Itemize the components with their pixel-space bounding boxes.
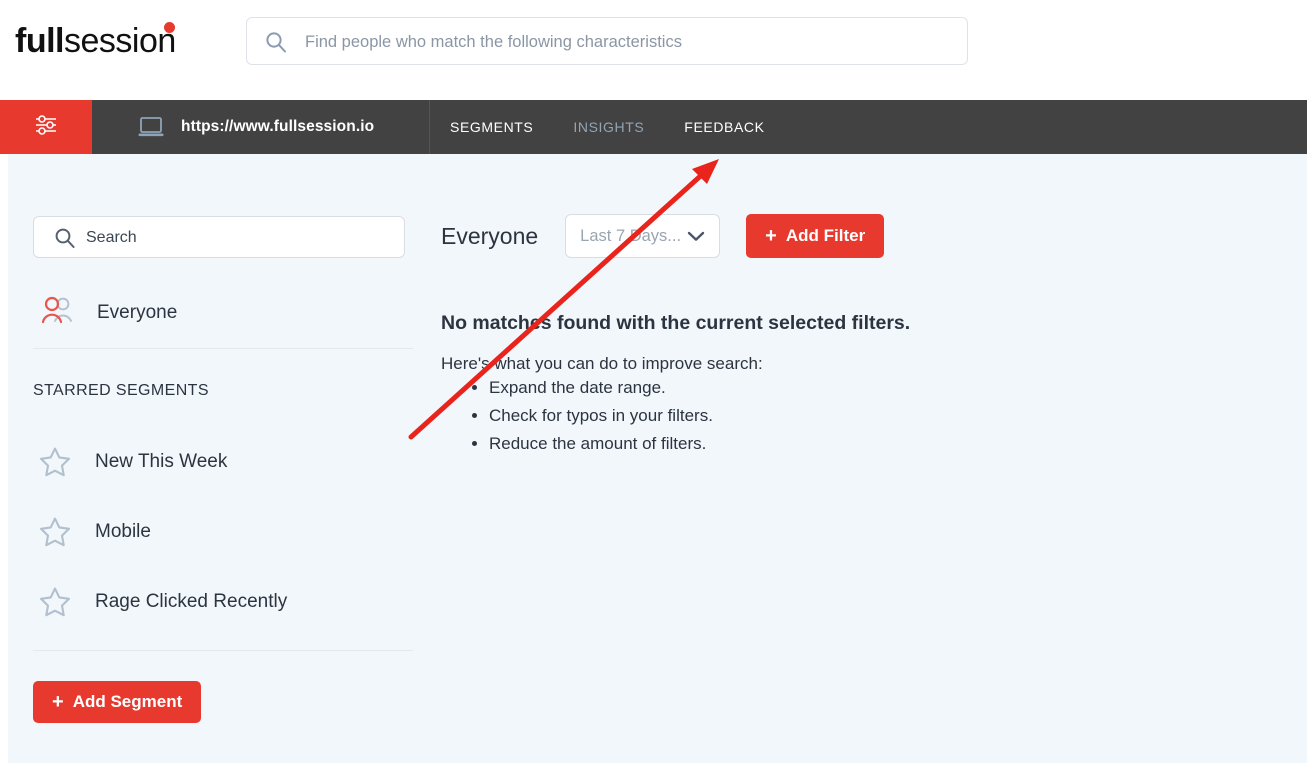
people-icon [40, 294, 86, 333]
sidebar-item-everyone[interactable]: Everyone [33, 290, 405, 336]
starred-segments-heading: STARRED SEGMENTS [33, 382, 209, 399]
list-item: Check for typos in your filters. [489, 406, 713, 426]
plus-icon: + [52, 691, 64, 713]
logo-red-dot-icon [164, 22, 175, 33]
sidebar-item-rage-clicked-recently[interactable]: Rage Clicked Recently [33, 577, 405, 627]
plus-icon: + [765, 225, 777, 247]
app-header: fullsession Find people who match the fo… [0, 0, 1307, 100]
sidebar: Search Everyone STARRED SEGMENTS New Thi… [8, 154, 430, 763]
main-content: Everyone Last 7 Days... + Add Filter No … [430, 154, 1307, 763]
star-outline-icon [38, 445, 84, 479]
sidebar-item-mobile[interactable]: Mobile [33, 507, 405, 557]
date-range-select[interactable]: Last 7 Days... [565, 214, 721, 258]
global-search-box[interactable]: Find people who match the following char… [246, 17, 968, 65]
date-range-value: Last 7 Days... [580, 226, 682, 245]
nav-link-feedback[interactable]: FEEDBACK [664, 119, 784, 135]
list-item: Expand the date range. [489, 378, 713, 398]
main-navbar: https://www.fullsession.io SEGMENTS INSI… [0, 100, 1307, 154]
laptop-icon [137, 115, 165, 139]
logo-bold-text: full [15, 22, 64, 60]
sliders-icon [33, 112, 59, 143]
nav-links: SEGMENTS INSIGHTS FEEDBACK [430, 100, 785, 154]
sidebar-search-input[interactable]: Search [86, 227, 137, 249]
sidebar-divider-bottom [33, 650, 413, 651]
sidebar-item-label: New This Week [95, 451, 228, 472]
sidebar-item-label: Rage Clicked Recently [95, 591, 288, 612]
list-item: Reduce the amount of filters. [489, 434, 713, 454]
page-title: Everyone [441, 222, 539, 249]
star-outline-icon [38, 585, 84, 619]
nav-filter-button[interactable] [0, 100, 92, 154]
sidebar-divider-top [33, 348, 413, 349]
sidebar-item-label: Mobile [95, 521, 151, 542]
add-filter-button[interactable]: + Add Filter [746, 214, 885, 258]
main-toolbar: Everyone Last 7 Days... + Add Filter [441, 214, 885, 258]
left-gutter [0, 154, 8, 763]
logo-regular-text: session [63, 22, 176, 60]
nav-link-segments[interactable]: SEGMENTS [430, 119, 553, 135]
sidebar-search-box[interactable]: Search [33, 216, 405, 258]
nav-site-selector[interactable]: https://www.fullsession.io [92, 100, 430, 154]
app-root: fullsession Find people who match the fo… [0, 0, 1307, 763]
chevron-down-icon [687, 230, 705, 242]
empty-state-subtitle: Here's what you can do to improve search… [441, 354, 763, 373]
empty-state-title: No matches found with the current select… [441, 312, 911, 334]
global-search-input[interactable]: Find people who match the following char… [305, 31, 682, 53]
search-icon [54, 227, 76, 254]
nav-site-url: https://www.fullsession.io [181, 118, 375, 135]
empty-state-tips: Expand the date range. Check for typos i… [441, 378, 713, 462]
add-segment-label: Add Segment [72, 692, 183, 711]
app-logo[interactable]: fullsession [15, 22, 176, 61]
star-outline-icon [38, 515, 84, 549]
search-icon [265, 31, 287, 58]
add-segment-button[interactable]: + Add Segment [33, 681, 202, 723]
sidebar-item-everyone-label: Everyone [97, 302, 178, 323]
nav-link-insights[interactable]: INSIGHTS [553, 119, 664, 135]
add-filter-label: Add Filter [785, 226, 866, 245]
sidebar-item-new-this-week[interactable]: New This Week [33, 437, 405, 487]
